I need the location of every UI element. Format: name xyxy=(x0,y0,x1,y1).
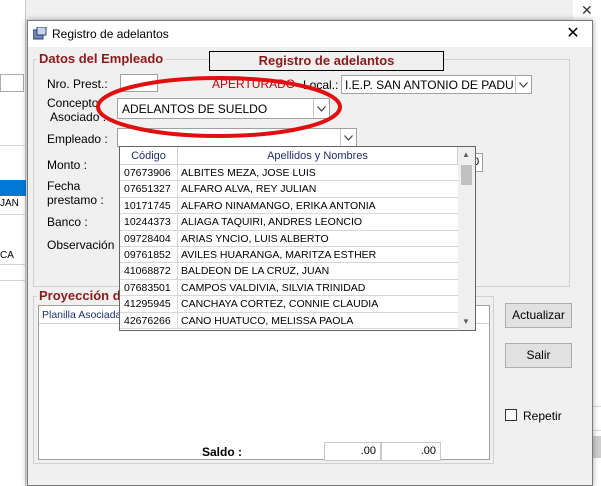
employee-code: 07673906 xyxy=(120,165,178,181)
employee-name: CANCHAYA CORTEZ, CONNIE CLAUDIA xyxy=(181,298,379,311)
repetir-label: Repetir xyxy=(523,409,562,423)
empleado-dropdown-list[interactable]: Código Apellidos y Nombres 07673906 ALBIT… xyxy=(119,146,476,331)
employee-code: 10244373 xyxy=(120,214,178,230)
column-header-nombres: Apellidos y Nombres xyxy=(178,147,458,165)
window-title: Registro de adelantos xyxy=(52,27,169,41)
app-icon xyxy=(33,27,47,40)
saldo-field-1[interactable]: .00 xyxy=(324,442,381,461)
employee-name: CANO HUATUCO, MELISSA PAOLA xyxy=(181,314,354,327)
annotation-ellipse xyxy=(96,76,342,138)
dropdown-rows: 07673906 ALBITES MEZA, JOSE LUIS 07651327 A… xyxy=(120,165,458,329)
employee-code: 07651327 xyxy=(120,181,178,197)
employee-row[interactable]: 10244373 ALIAGA TAQUIRI, ANDRES LEONCIO xyxy=(120,214,458,231)
employee-name: BALDEON DE LA CRUZ, JUAN xyxy=(181,265,330,278)
title-bar: Registro de adelantos ✕ xyxy=(28,21,592,47)
employee-group-label: Datos del Empleado xyxy=(37,51,166,66)
fecha-label-line1: Fecha xyxy=(47,179,81,193)
repetir-checkbox[interactable] xyxy=(505,409,517,421)
saldo-value-2: .00 xyxy=(420,445,436,457)
employee-name: ALBITES MEZA, JOSE LUIS xyxy=(181,167,316,179)
employee-code: 09761852 xyxy=(120,246,178,263)
background-window-left: JAN CA xyxy=(0,0,26,486)
background-row-divider xyxy=(0,214,26,215)
scroll-thumb[interactable] xyxy=(461,165,472,185)
monto-label: Monto : xyxy=(47,158,88,172)
employee-name: ALFARO NINAMANGO, ERIKA ANTONIA xyxy=(181,199,376,212)
employee-row[interactable]: 09761852 AVILES HUARANGA, MARITZA ESTHER xyxy=(120,246,458,264)
local-dropdown-button[interactable] xyxy=(515,76,531,93)
close-icon: ✕ xyxy=(566,25,580,42)
employee-code: 09728404 xyxy=(120,230,178,246)
employee-code: 07683501 xyxy=(120,279,178,296)
employee-row[interactable]: 41068872 BALDEON DE LA CRUZ, JUAN xyxy=(120,263,458,280)
background-row-text: CA xyxy=(0,250,14,261)
employee-code: 42676266 xyxy=(120,312,178,328)
fecha-label-line2: prestamo : xyxy=(47,193,104,207)
planilla-column-header: Planilla Asociada xyxy=(42,309,122,321)
salir-button[interactable]: Salir xyxy=(505,343,572,368)
projection-group-label: Proyección d xyxy=(37,288,123,303)
employee-row[interactable]: 07683501 CAMPOS VALDIVIA, SILVIA TRINIDAD xyxy=(120,279,458,297)
employee-row[interactable]: 10171745 ALFARO NINAMANGO, ERIKA ANTONIA xyxy=(120,197,458,215)
employee-code: 41068872 xyxy=(120,263,178,279)
background-selected-row xyxy=(0,180,26,196)
saldo-label: Saldo : xyxy=(202,445,243,459)
employee-name: ARIAS YNCIO, LUIS ALBERTO xyxy=(181,232,329,245)
close-button[interactable]: ✕ xyxy=(560,24,586,44)
employee-code: 41295945 xyxy=(120,296,178,312)
employee-name: ALFARO ALVA, REY JULIAN xyxy=(181,183,317,196)
scroll-down-icon[interactable]: ▼ xyxy=(462,317,470,326)
saldo-field-2[interactable]: .00 xyxy=(381,442,441,461)
employee-row[interactable]: 41295945 CANCHAYA CORTEZ, CONNIE CLAUDIA xyxy=(120,296,458,313)
background-row-divider xyxy=(0,280,26,281)
banco-label: Banco : xyxy=(47,215,88,229)
background-row-divider xyxy=(0,145,26,146)
employee-row[interactable]: 09728404 ARIAS YNCIO, LUIS ALBERTO xyxy=(120,230,458,247)
employee-name: AVILES HUARANGA, MARITZA ESTHER xyxy=(181,248,377,261)
observacion-label: Observación xyxy=(47,238,115,252)
dropdown-header: Código Apellidos y Nombres xyxy=(120,147,458,165)
employee-name: ALIAGA TAQUIRI, ANDRES LEONCIO xyxy=(181,216,363,229)
column-header-codigo: Código xyxy=(120,147,178,165)
local-combo[interactable]: I.E.P. SAN ANTONIO DE PADUA I xyxy=(341,75,532,94)
saldo-value-1: .00 xyxy=(360,445,376,457)
background-row-text: JAN xyxy=(0,198,19,209)
employee-code: 10171745 xyxy=(120,197,178,214)
employee-row[interactable]: 07651327 ALFARO ALVA, REY JULIAN xyxy=(120,181,458,198)
employee-row[interactable]: 42676266 CANO HUATUCO, MELISSA PAOLA xyxy=(120,312,458,329)
employee-row[interactable]: 07673906 ALBITES MEZA, JOSE LUIS xyxy=(120,165,458,182)
concepto-label-line1: Concepto xyxy=(47,96,99,110)
scroll-up-icon[interactable]: ▲ xyxy=(462,150,470,159)
background-combo xyxy=(0,74,24,92)
employee-name: CAMPOS VALDIVIA, SILVIA TRINIDAD xyxy=(181,281,366,294)
chevron-down-icon xyxy=(519,81,528,88)
background-scrollbar xyxy=(593,436,601,458)
actualizar-button[interactable]: Actualizar xyxy=(505,303,572,328)
chevron-down-icon xyxy=(344,134,353,141)
dropdown-scrollbar[interactable]: ▲ ▼ xyxy=(458,147,475,330)
banner-registro: Registro de adelantos xyxy=(209,51,444,71)
background-row-divider xyxy=(0,264,26,265)
local-value: I.E.P. SAN ANTONIO DE PADUA I xyxy=(345,78,513,92)
background-close-icon: ✕ xyxy=(581,2,593,18)
